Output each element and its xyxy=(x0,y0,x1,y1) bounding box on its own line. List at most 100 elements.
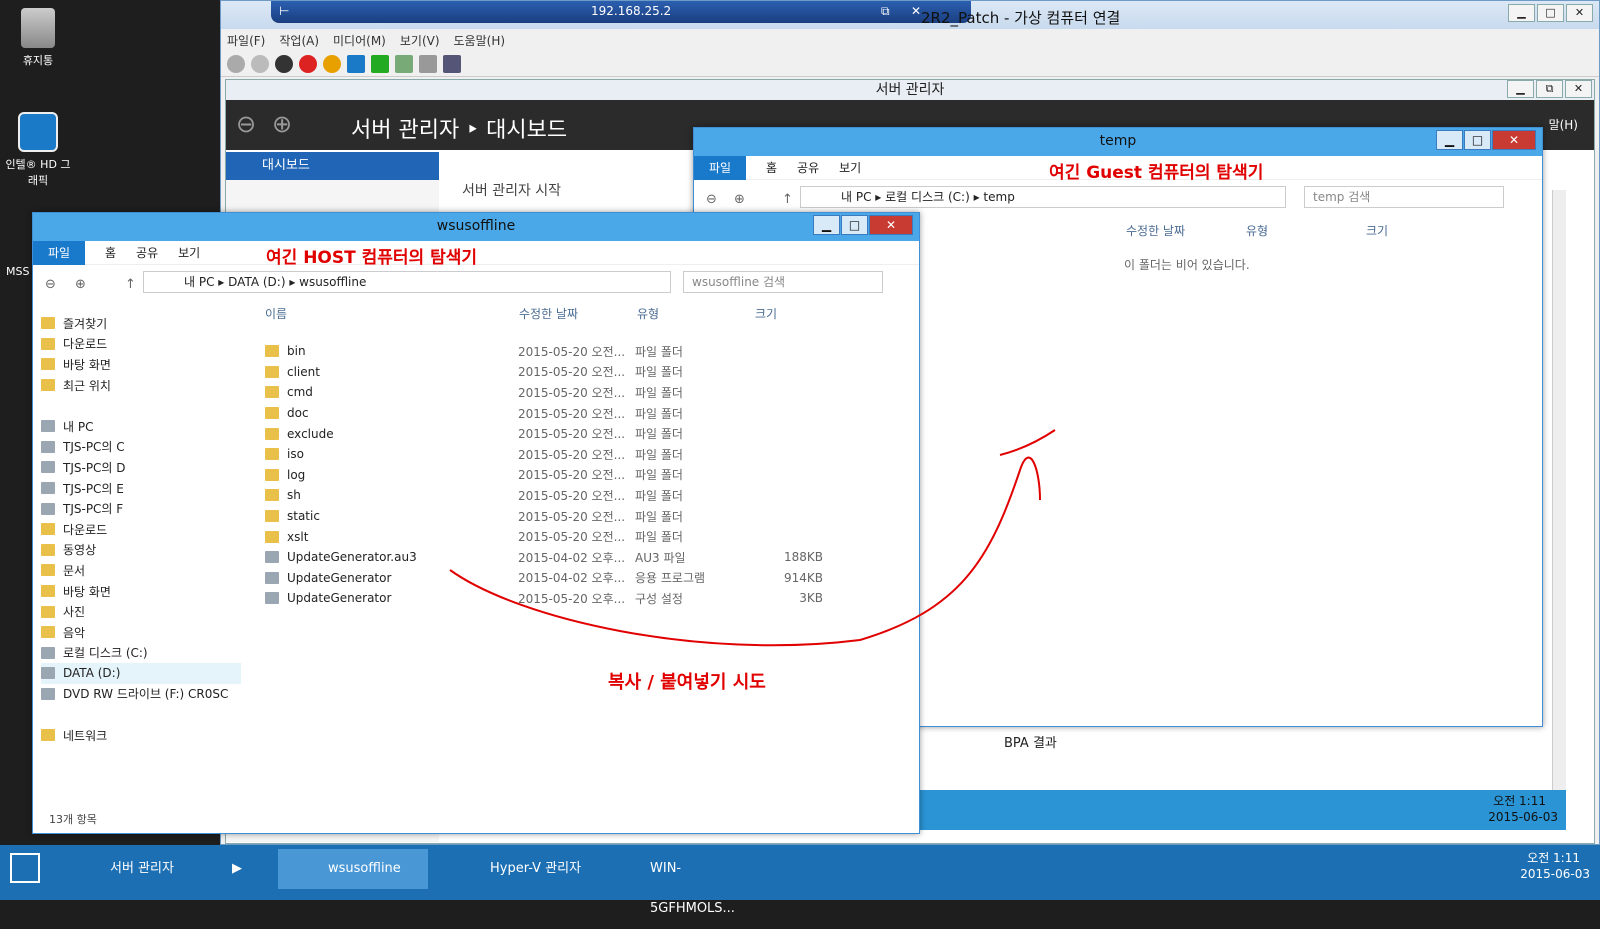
host-search-input[interactable]: wsusoffline 검색 xyxy=(683,271,883,293)
save-icon[interactable] xyxy=(323,54,341,73)
intel-graphics-icon[interactable]: 인텔® HD 그래픽 xyxy=(3,112,73,188)
host-tab-file[interactable]: 파일 xyxy=(33,240,85,265)
file-row[interactable]: client 2015-05-20 오전... 파일 폴더 xyxy=(263,362,863,383)
host-col-date[interactable]: 수정한 날짜 xyxy=(519,305,578,322)
host-tree-item[interactable]: 최근 위치 xyxy=(41,375,241,396)
host-tree-item[interactable]: 로컬 디스크 (C:) xyxy=(41,643,241,664)
host-tree-item[interactable]: 다운로드 xyxy=(41,334,241,355)
rdp-restore-icon[interactable]: ⧉ xyxy=(881,4,890,19)
guest-tab-file[interactable]: 파일 xyxy=(694,155,746,180)
host-tree-item[interactable]: 다운로드 xyxy=(41,519,241,540)
host-tree-item[interactable]: 즐겨찾기 xyxy=(41,313,241,334)
taskbar-item-powershell[interactable]: ▶ xyxy=(212,849,272,889)
taskbar-item-server-manager[interactable]: 서버 관리자 xyxy=(60,849,205,889)
sm-close-button[interactable]: ✕ xyxy=(1565,80,1592,98)
menu-help[interactable]: 도움말(H) xyxy=(454,32,506,49)
taskbar-item-hyperv-manager[interactable]: Hyper-V 관리자 xyxy=(440,849,595,889)
host-close-button[interactable]: ✕ xyxy=(869,215,913,235)
guest-search-input[interactable]: temp 검색 xyxy=(1304,186,1504,208)
host-tree-item[interactable]: DATA (D:) xyxy=(41,663,241,684)
guest-col-type[interactable]: 유형 xyxy=(1246,222,1268,239)
ctrl-alt-del-icon[interactable] xyxy=(227,54,245,73)
minimize-button[interactable]: ▁ xyxy=(1508,4,1535,22)
file-row[interactable]: UpdateGenerator.au3 2015-04-02 오후... AU3… xyxy=(263,547,863,568)
maximize-button[interactable]: □ xyxy=(1537,4,1564,22)
host-tree-item[interactable]: 바탕 화면 xyxy=(41,354,241,375)
guest-col-size[interactable]: 크기 xyxy=(1366,222,1388,239)
pin-icon[interactable]: ⊢ xyxy=(279,4,289,18)
back-icon[interactable]: ⊖ xyxy=(236,110,256,138)
host-tree-item[interactable]: TJS-PC의 E xyxy=(41,478,241,499)
forward-icon[interactable]: ⊕ xyxy=(272,110,292,138)
host-col-name[interactable]: 이름 xyxy=(265,305,287,322)
menu-action[interactable]: 작업(A) xyxy=(279,32,319,49)
checkpoint-icon[interactable] xyxy=(395,54,413,73)
file-row[interactable]: cmd 2015-05-20 오전... 파일 폴더 xyxy=(263,382,863,403)
sm-restore-button[interactable]: ⧉ xyxy=(1536,80,1563,98)
host-tree-item[interactable]: 동영상 xyxy=(41,540,241,561)
shutdown-icon[interactable] xyxy=(299,54,317,73)
guest-minimize-button[interactable]: ▁ xyxy=(1436,130,1463,150)
revert-icon[interactable] xyxy=(419,54,437,73)
guest-close-button[interactable]: ✕ xyxy=(1492,130,1536,150)
host-tree-item[interactable]: 네트워크 xyxy=(41,725,241,746)
start-button[interactable] xyxy=(10,853,40,883)
file-row[interactable]: doc 2015-05-20 오전... 파일 폴더 xyxy=(263,403,863,424)
host-maximize-button[interactable]: □ xyxy=(841,215,868,235)
host-tree-item[interactable]: 내 PC xyxy=(41,416,241,437)
menu-media[interactable]: 미디어(M) xyxy=(333,32,386,49)
file-row[interactable]: xslt 2015-05-20 오전... 파일 폴더 xyxy=(263,526,863,547)
guest-back-icon[interactable]: ⊖ xyxy=(706,192,717,207)
file-row[interactable]: UpdateGenerator 2015-05-20 오후... 구성 설정 3… xyxy=(263,588,863,609)
sidebar-item-dashboard[interactable]: 대시보드 xyxy=(226,152,439,180)
host-tree-item[interactable]: 사진 xyxy=(41,601,241,622)
guest-tab-share[interactable]: 공유 xyxy=(797,159,819,176)
file-row[interactable]: sh 2015-05-20 오전... 파일 폴더 xyxy=(263,485,863,506)
host-up-icon[interactable]: ↑ xyxy=(125,277,136,292)
rdp-close-icon[interactable]: ✕ xyxy=(911,4,921,18)
host-tree-item[interactable]: 음악 xyxy=(41,622,241,643)
taskbar-item-vm-connection[interactable]: WIN-5GFHMOLS... xyxy=(600,849,765,916)
guest-up-icon[interactable]: ↑ xyxy=(782,192,793,207)
sm-help-menu[interactable]: 말(H) xyxy=(1549,116,1578,133)
file-row[interactable]: log 2015-05-20 오전... 파일 폴더 xyxy=(263,465,863,486)
taskbar-item-wsusoffline[interactable]: wsusoffline xyxy=(278,849,428,889)
host-tree-item[interactable]: 바탕 화면 xyxy=(41,581,241,602)
guest-maximize-button[interactable]: □ xyxy=(1464,130,1491,150)
guest-tab-view[interactable]: 보기 xyxy=(839,159,861,176)
host-address-bar[interactable]: 내 PC ▸ DATA (D:) ▸ wsusoffline xyxy=(143,271,671,293)
host-tree-item[interactable]: TJS-PC의 F xyxy=(41,498,241,519)
file-row[interactable]: bin 2015-05-20 오전... 파일 폴더 xyxy=(263,341,863,362)
pause-icon[interactable] xyxy=(347,54,365,73)
host-tab-home[interactable]: 홈 xyxy=(105,244,116,261)
host-col-size[interactable]: 크기 xyxy=(755,305,777,322)
file-row[interactable]: exclude 2015-05-20 오전... 파일 폴더 xyxy=(263,423,863,444)
file-row[interactable]: UpdateGenerator 2015-04-02 오후... 응용 프로그램… xyxy=(263,568,863,589)
start-icon[interactable] xyxy=(251,54,269,73)
sm-scrollbar[interactable] xyxy=(1552,190,1566,830)
sm-minimize-button[interactable]: ▁ xyxy=(1507,80,1534,98)
guest-col-date[interactable]: 수정한 날짜 xyxy=(1126,222,1185,239)
file-row[interactable]: iso 2015-05-20 오전... 파일 폴더 xyxy=(263,444,863,465)
host-col-type[interactable]: 유형 xyxy=(637,305,659,322)
guest-tab-home[interactable]: 홈 xyxy=(766,159,777,176)
resume-icon[interactable] xyxy=(371,54,389,73)
host-forward-icon[interactable]: ⊕ xyxy=(75,277,86,292)
host-tab-share[interactable]: 공유 xyxy=(136,244,158,261)
guest-forward-icon[interactable]: ⊕ xyxy=(734,192,745,207)
bpa-results[interactable]: BPA 결과 xyxy=(1004,732,1057,751)
file-row[interactable]: static 2015-05-20 오전... 파일 폴더 xyxy=(263,506,863,527)
host-tab-view[interactable]: 보기 xyxy=(178,244,200,261)
close-button[interactable]: ✕ xyxy=(1566,4,1593,22)
host-tree-item[interactable]: TJS-PC의 D xyxy=(41,457,241,478)
turn-off-icon[interactable] xyxy=(275,54,293,73)
menu-view[interactable]: 보기(V) xyxy=(400,32,440,49)
host-tree-item[interactable]: TJS-PC의 C xyxy=(41,437,241,458)
host-minimize-button[interactable]: ▁ xyxy=(813,215,840,235)
guest-address-bar[interactable]: 내 PC ▸ 로컬 디스크 (C:) ▸ temp xyxy=(800,186,1286,208)
recycle-bin-icon[interactable]: 휴지통 xyxy=(3,8,73,68)
host-tree-item[interactable]: DVD RW 드라이브 (F:) CR0SC xyxy=(41,684,241,705)
menu-file[interactable]: 파일(F) xyxy=(227,32,265,49)
host-tree-item[interactable]: 문서 xyxy=(41,560,241,581)
enhanced-session-icon[interactable] xyxy=(443,54,461,73)
